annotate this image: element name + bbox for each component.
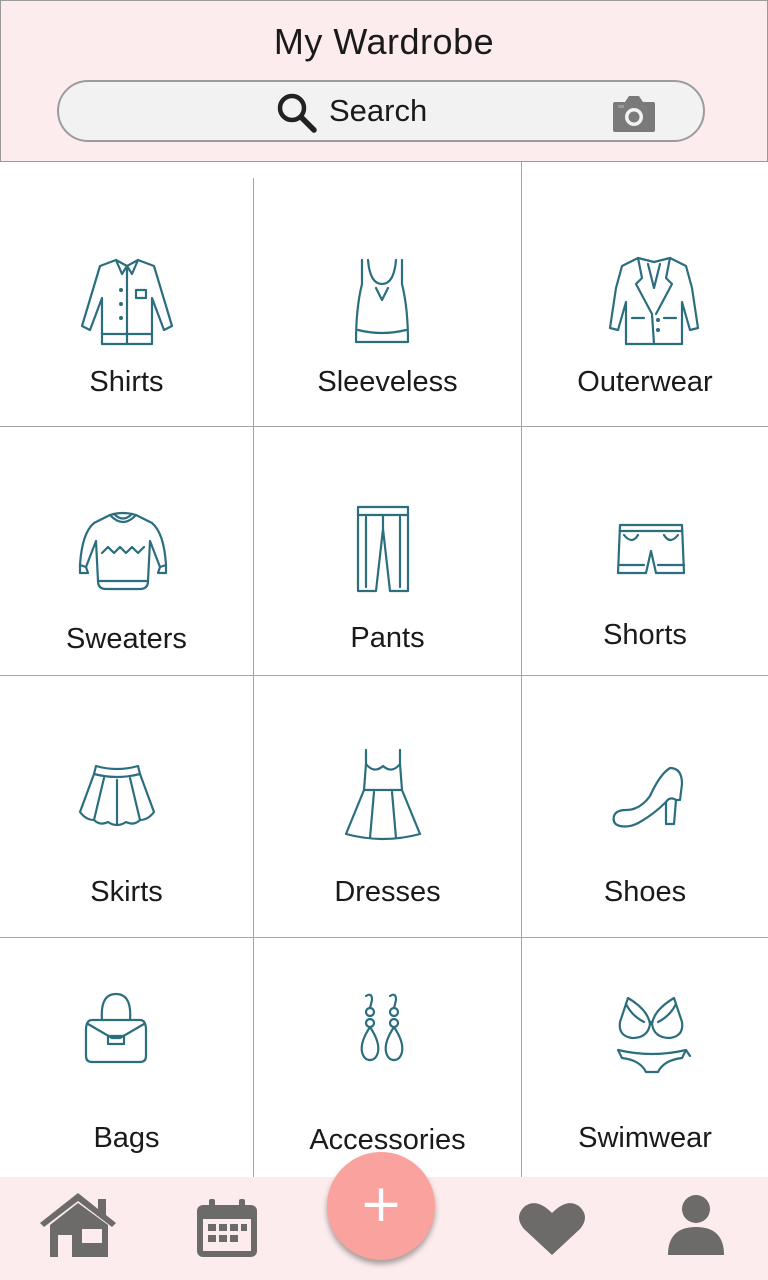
category-label: Outerwear xyxy=(577,366,713,398)
category-bags[interactable]: Bags xyxy=(0,938,253,1177)
shirt-icon xyxy=(80,256,174,348)
category-label: Dresses xyxy=(334,876,441,908)
add-icon: + xyxy=(359,1174,403,1234)
category-accessories[interactable]: Accessories xyxy=(254,938,521,1177)
category-label: Sweaters xyxy=(66,623,187,655)
category-pants[interactable]: Pants xyxy=(254,427,521,675)
earrings-icon xyxy=(358,992,408,1064)
category-dresses[interactable]: Dresses xyxy=(254,676,521,937)
category-label: Shirts xyxy=(89,366,164,398)
category-sweaters[interactable]: Sweaters xyxy=(0,427,253,675)
category-outerwear[interactable]: Outerwear xyxy=(522,162,768,426)
search-input[interactable]: Search xyxy=(329,93,427,129)
page-title: My Wardrobe xyxy=(273,21,495,62)
blazer-icon xyxy=(608,254,700,348)
category-label: Pants xyxy=(350,622,425,654)
bikini-icon xyxy=(614,994,692,1078)
category-shirts[interactable]: Shirts xyxy=(0,162,253,426)
sweater-icon xyxy=(76,511,170,591)
calendar-icon[interactable] xyxy=(195,1197,259,1259)
search-icon xyxy=(275,91,319,135)
high-heel-icon xyxy=(610,766,686,830)
pants-icon xyxy=(356,505,410,593)
camera-icon[interactable] xyxy=(611,92,657,134)
profile-icon[interactable] xyxy=(666,1193,726,1257)
category-grid: Shirts Sleeveless Outerwear Sweaters Pan… xyxy=(0,162,768,1177)
add-button[interactable]: + xyxy=(327,1152,435,1260)
category-label: Swimwear xyxy=(578,1122,712,1154)
home-icon[interactable] xyxy=(36,1191,120,1259)
skirt-icon xyxy=(78,762,156,830)
heart-icon[interactable] xyxy=(518,1201,586,1257)
category-sleeveless[interactable]: Sleeveless xyxy=(254,162,521,426)
category-swimwear[interactable]: Swimwear xyxy=(522,938,768,1177)
shorts-icon xyxy=(616,523,686,577)
category-label: Shoes xyxy=(603,876,687,908)
category-shorts[interactable]: Shorts xyxy=(522,427,768,675)
handbag-icon xyxy=(82,990,150,1066)
category-shoes[interactable]: Shoes xyxy=(522,676,768,937)
category-label: Skirts xyxy=(90,876,163,908)
category-label: Sleeveless xyxy=(317,366,458,398)
search-bar[interactable]: Search xyxy=(57,80,705,142)
category-label: Shorts xyxy=(603,619,687,651)
dress-icon xyxy=(344,748,422,844)
category-skirts[interactable]: Skirts xyxy=(0,676,253,937)
tank-top-icon xyxy=(352,258,412,346)
category-label: Bags xyxy=(93,1122,160,1154)
header: My Wardrobe Search xyxy=(0,0,768,162)
